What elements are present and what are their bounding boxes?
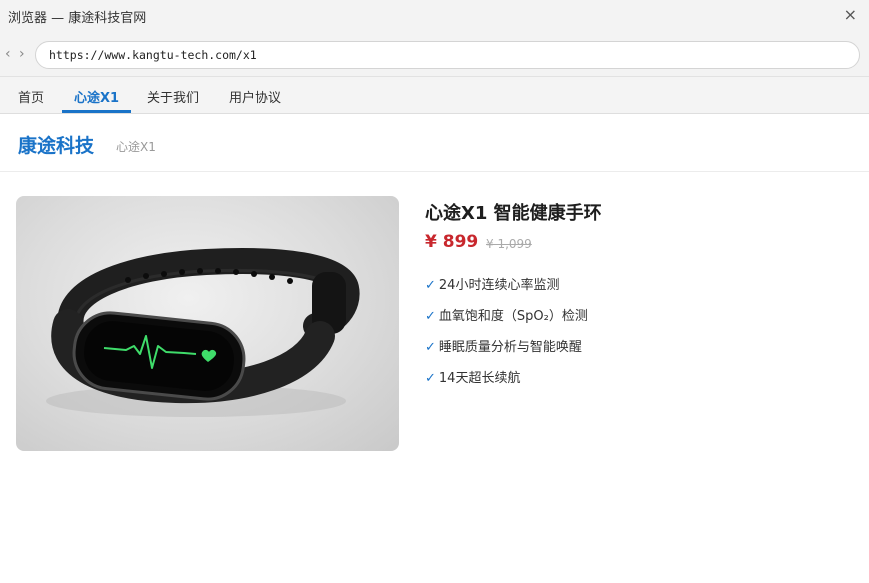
back-icon[interactable]: ‹ — [5, 46, 11, 62]
brand-logo[interactable]: 康途科技 — [18, 131, 94, 158]
feature-text: 睡眠质量分析与智能唤醒 — [438, 340, 582, 355]
checkmark-icon: ✓ — [425, 340, 436, 355]
site-nav: 首页 心途X1 关于我们 用户协议 — [0, 77, 869, 114]
header-divider — [0, 171, 869, 172]
tab-home[interactable]: 首页 — [18, 87, 44, 106]
checkmark-icon: ✓ — [425, 371, 436, 386]
tab-xintu-x1[interactable]: 心途X1 — [74, 87, 119, 106]
feature-item: ✓ 睡眠质量分析与智能唤醒 — [425, 336, 588, 367]
close-icon[interactable]: × — [844, 6, 857, 24]
feature-text: 血氧饱和度（SpO₂）检测 — [438, 309, 588, 324]
feature-item: ✓ 24小时连续心率监测 — [425, 274, 588, 305]
active-tab-indicator — [62, 110, 131, 113]
breadcrumb: 心途X1 — [116, 140, 156, 154]
forward-icon[interactable]: › — [19, 46, 25, 62]
browser-titlebar: 浏览器 — 康途科技官网 × — [0, 0, 869, 33]
product-title: 心途X1 智能健康手环 — [425, 203, 602, 224]
url-input[interactable]: https://www.kangtu-tech.com/x1 — [35, 41, 860, 69]
address-bar-row: ‹ › https://www.kangtu-tech.com/x1 — [0, 33, 869, 77]
feature-item: ✓ 14天超长续航 — [425, 367, 588, 398]
checkmark-icon: ✓ — [425, 278, 436, 293]
tab-user-agreement[interactable]: 用户协议 — [229, 87, 281, 106]
original-price: ¥ 1,099 — [486, 237, 532, 251]
feature-text: 24小时连续心率监测 — [438, 278, 560, 293]
checkmark-icon: ✓ — [425, 309, 436, 324]
product-image — [16, 196, 399, 451]
feature-text: 14天超长续航 — [438, 371, 521, 386]
feature-item: ✓ 血氧饱和度（SpO₂）检测 — [425, 305, 588, 336]
window-title: 浏览器 — 康途科技官网 — [8, 11, 147, 26]
feature-list: ✓ 24小时连续心率监测 ✓ 血氧饱和度（SpO₂）检测 ✓ 睡眠质量分析与智能唤醒 … — [425, 274, 588, 398]
fitness-band-illustration — [46, 248, 360, 417]
product-price: ¥ 899 — [425, 232, 479, 252]
tab-about-us[interactable]: 关于我们 — [147, 87, 199, 106]
